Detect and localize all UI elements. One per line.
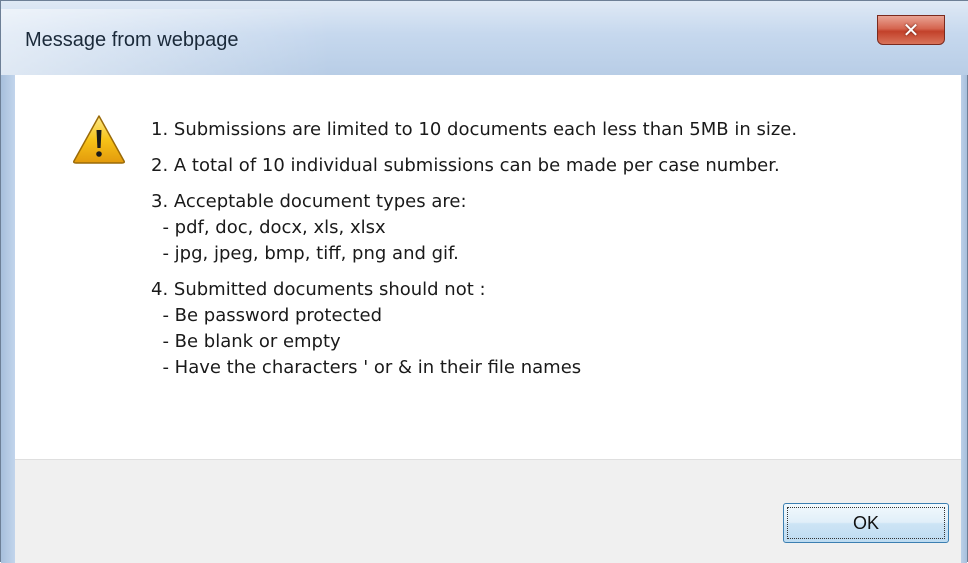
message-item: 4. Submitted documents should not : - Be… — [151, 277, 951, 381]
warning-icon — [73, 115, 125, 164]
message-item-heading: 2. A total of 10 individual submissions … — [151, 155, 780, 176]
close-icon: ✕ — [902, 18, 920, 42]
button-bar: OK — [15, 459, 961, 563]
message-item-detail: - pdf, doc, docx, xls, xlsx — [151, 217, 386, 238]
message-item-detail: - jpg, jpeg, bmp, tiff, png and gif. — [151, 243, 459, 264]
message-text: 1. Submissions are limited to 10 documen… — [151, 117, 951, 391]
message-item-heading: 1. Submissions are limited to 10 documen… — [151, 119, 798, 140]
message-item: 1. Submissions are limited to 10 documen… — [151, 117, 951, 143]
message-item-detail: - Be blank or empty — [151, 331, 341, 352]
message-item: 2. A total of 10 individual submissions … — [151, 153, 951, 179]
ok-button[interactable]: OK — [783, 503, 949, 543]
dialog-window: Message from webpage ✕ 1. Submissions ar… — [0, 0, 968, 563]
message-item-heading: 4. Submitted documents should not : — [151, 279, 486, 300]
window-frame-left — [1, 75, 15, 563]
dialog-title: Message from webpage — [25, 29, 239, 51]
title-bar[interactable]: Message from webpage ✕ — [1, 1, 968, 75]
message-item-detail: - Have the characters ' or & in their fi… — [151, 357, 582, 378]
message-item-detail: - Be password protected — [151, 305, 383, 326]
message-item-heading: 3. Acceptable document types are: — [151, 191, 467, 212]
message-item: 3. Acceptable document types are: - pdf,… — [151, 189, 951, 267]
close-button[interactable]: ✕ — [877, 15, 945, 45]
message-area: 1. Submissions are limited to 10 documen… — [15, 75, 961, 459]
